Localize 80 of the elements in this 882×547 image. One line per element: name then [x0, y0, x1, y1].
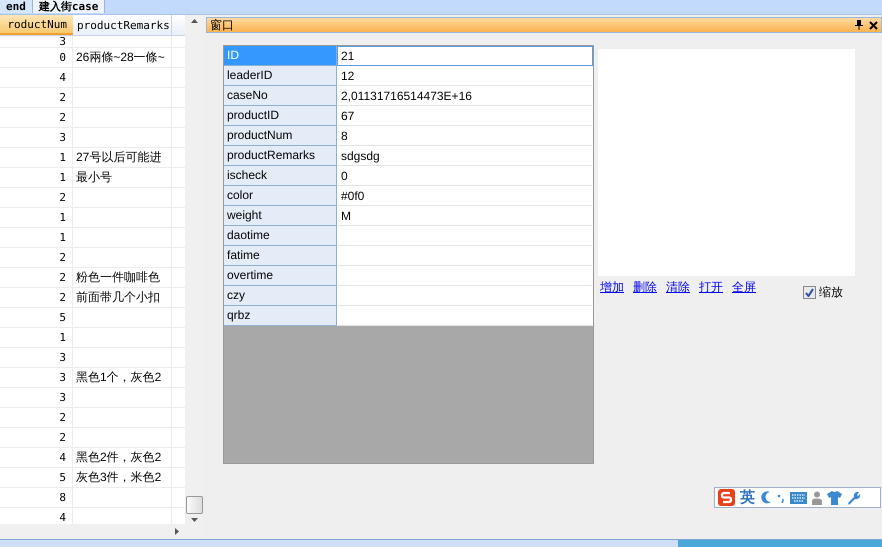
table-cell: 最小号	[73, 168, 172, 187]
column-header[interactable]: productRemarks	[73, 15, 172, 35]
table-cell: 3	[0, 128, 73, 147]
table-cell: 3	[0, 36, 73, 47]
property-name[interactable]: caseNo	[224, 86, 337, 106]
table-cell: 2	[0, 188, 73, 207]
input-mode[interactable]: 英	[740, 488, 755, 507]
keyboard-icon[interactable]	[790, 492, 807, 504]
table-cell: 3	[0, 348, 73, 367]
table-cell: 0	[0, 48, 73, 67]
property-value[interactable]: M	[337, 206, 593, 226]
property-value[interactable]: 21	[337, 46, 593, 66]
action-link[interactable]: 全屏	[732, 279, 756, 296]
property-name[interactable]: weight	[224, 206, 337, 226]
wrench-icon[interactable]	[847, 490, 861, 504]
property-value[interactable]: 67	[337, 106, 593, 126]
action-link[interactable]: 增加	[600, 279, 624, 296]
property-name[interactable]: qrbz	[224, 306, 337, 326]
table-cell: 2	[0, 428, 73, 447]
property-name[interactable]: czy	[224, 286, 337, 306]
s-logo-icon[interactable]	[718, 489, 735, 506]
table-cell: 3	[0, 388, 73, 407]
property-name[interactable]: productNum	[224, 126, 337, 146]
property-value[interactable]: 12	[337, 66, 593, 86]
table-cell: 5	[0, 468, 73, 487]
action-link[interactable]: 打开	[699, 279, 723, 296]
property-name[interactable]: productRemarks	[224, 146, 337, 166]
table-cell: 26兩條~28一條~	[73, 48, 172, 67]
table-cell: 4	[0, 448, 73, 467]
table-cell: 3	[0, 368, 73, 387]
table-cell: 4	[0, 68, 73, 87]
table-cell: 2	[0, 248, 73, 267]
scrollbar-thumb[interactable]	[186, 496, 202, 514]
table-cell: 8	[0, 488, 73, 507]
property-name[interactable]: overtime	[224, 266, 337, 286]
property-name[interactable]: color	[224, 186, 337, 206]
table-cell: 前面带几个小扣	[73, 288, 172, 307]
property-value[interactable]: 8	[337, 126, 593, 146]
close-icon[interactable]	[869, 20, 878, 30]
table-cell: 1	[0, 328, 73, 347]
property-value[interactable]: 0	[337, 166, 593, 186]
action-link[interactable]: 删除	[633, 279, 657, 296]
shirt-icon[interactable]	[827, 490, 842, 504]
pin-icon[interactable]	[855, 20, 863, 30]
scroll-right-icon[interactable]	[175, 528, 179, 535]
property-name[interactable]: ischeck	[224, 166, 337, 186]
table-cell: 27号以后可能进	[73, 148, 172, 167]
property-name[interactable]: daotime	[224, 226, 337, 246]
table-cell: 1	[0, 168, 73, 187]
table-cell: 2	[0, 108, 73, 127]
table-cell: 1	[0, 148, 73, 167]
property-value[interactable]: sdgsdg	[337, 146, 593, 166]
zoom-checkbox[interactable]	[803, 286, 816, 299]
property-value[interactable]: 2,01131716514473E+16	[337, 86, 593, 106]
table-cell: 1	[0, 208, 73, 227]
checkbox-label: 缩放	[819, 284, 843, 301]
person-icon[interactable]	[812, 490, 822, 504]
table-cell: 粉色一件咖啡色	[73, 268, 172, 287]
table-cell: 1	[0, 228, 73, 247]
table-cell: 黑色1个，灰色2	[73, 368, 172, 387]
property-name[interactable]: fatime	[224, 246, 337, 266]
table-cell: 黑色2件，灰色2	[73, 448, 172, 467]
property-name[interactable]: leaderID	[224, 66, 337, 86]
tab[interactable]: end	[0, 0, 33, 13]
moon-icon[interactable]	[760, 491, 772, 504]
scroll-up-icon[interactable]	[190, 19, 198, 23]
panel-title: 窗口	[210, 16, 235, 34]
punctuation-icon[interactable]	[777, 492, 785, 502]
table-cell: 2	[0, 288, 73, 307]
property-name[interactable]: productID	[224, 106, 337, 126]
table-cell: 5	[0, 308, 73, 327]
table-cell: 2	[0, 268, 73, 287]
column-header[interactable]: roductNum	[0, 15, 73, 35]
tab[interactable]: 建入街case	[32, 0, 106, 13]
property-value[interactable]: #0f0	[337, 186, 593, 206]
action-link[interactable]: 清除	[666, 279, 690, 296]
scroll-down-icon[interactable]	[190, 518, 198, 522]
table-cell: 灰色3件，米色2	[73, 468, 172, 487]
table-cell: 2	[0, 408, 73, 427]
table-cell: 2	[0, 88, 73, 107]
